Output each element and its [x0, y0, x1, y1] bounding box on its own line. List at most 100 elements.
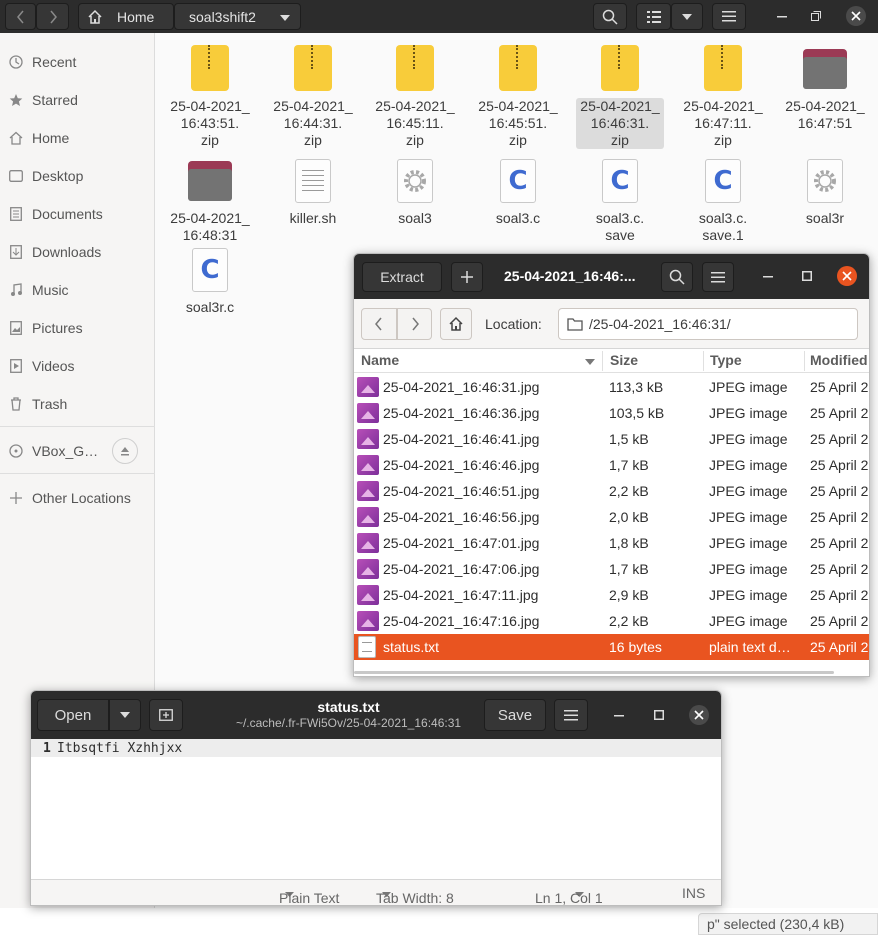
column-type-header[interactable]: Type	[710, 352, 742, 368]
chevron-left-icon	[375, 317, 382, 331]
sidebar-item-starred[interactable]: Starred	[0, 87, 155, 113]
close-icon	[842, 271, 852, 281]
folder-icon	[801, 45, 849, 93]
tab-width-selector[interactable]: Tab Width: 8	[376, 885, 454, 905]
row-modified: 25 April 2	[810, 535, 869, 551]
breadcrumb-current-folder[interactable]: soal3shift2	[174, 3, 301, 30]
text-editor-area[interactable]: 1 Itbsqtfi Xzhhjxx	[31, 739, 721, 879]
maximize-button[interactable]	[806, 6, 826, 26]
menu-button[interactable]	[554, 699, 588, 731]
document-content[interactable]: Itbsqtfi Xzhhjxx	[57, 741, 182, 756]
back-button[interactable]	[5, 3, 36, 30]
row-type: JPEG image	[709, 431, 788, 447]
close-button[interactable]	[837, 266, 857, 286]
sidebar-item-other-locations[interactable]: Other Locations	[0, 485, 155, 511]
table-row[interactable]: 25-04-2021_16:46:31.jpg 113,3 kB JPEG im…	[354, 374, 869, 400]
add-files-button[interactable]	[451, 262, 483, 292]
file-item[interactable]: 25-04-2021_ 16:45:51. zip	[468, 45, 568, 149]
view-list-button[interactable]	[636, 3, 671, 30]
file-item[interactable]: 25-04-2021_ 16:47:51	[775, 45, 875, 132]
row-modified: 25 April 2	[810, 561, 869, 577]
file-item[interactable]: soal3	[365, 157, 465, 227]
sidebar-label: Recent	[32, 54, 77, 70]
column-size-header[interactable]: Size	[610, 352, 638, 368]
location-field[interactable]: /25-04-2021_16:46:31/	[558, 308, 858, 340]
open-button[interactable]: Open	[37, 699, 109, 731]
jpeg-image-icon	[357, 585, 379, 605]
jpeg-image-icon	[357, 481, 379, 501]
file-item-selected[interactable]: 25-04-2021_ 16:46:31. zip	[570, 45, 670, 149]
eject-button[interactable]	[112, 438, 138, 464]
sidebar-item-documents[interactable]: Documents	[0, 201, 155, 227]
menu-button[interactable]	[712, 3, 746, 30]
sidebar-item-desktop[interactable]: Desktop	[0, 163, 155, 189]
sidebar-item-videos[interactable]: Videos	[0, 353, 155, 379]
row-size: 103,5 kB	[609, 405, 665, 421]
file-item[interactable]: 25-04-2021_ 16:45:11. zip	[365, 45, 465, 149]
forward-button[interactable]	[36, 3, 69, 30]
table-row[interactable]: 25-04-2021_16:47:01.jpg 1,8 kB JPEG imag…	[354, 530, 869, 556]
horizontal-scrollbar[interactable]	[354, 671, 834, 674]
sidebar-item-home[interactable]: Home	[0, 125, 155, 151]
menu-button[interactable]	[702, 262, 734, 292]
back-button[interactable]	[361, 308, 397, 340]
search-button[interactable]	[661, 262, 693, 292]
new-tab-button[interactable]	[149, 699, 183, 731]
syntax-selector[interactable]: Plain Text	[279, 885, 339, 905]
open-recent-dropdown[interactable]	[109, 699, 141, 731]
close-button[interactable]	[689, 705, 709, 725]
file-item[interactable]: 25-04-2021_ 16:44:31. zip	[263, 45, 363, 149]
insert-mode-indicator: INS	[682, 885, 706, 901]
file-item[interactable]: killer.sh	[263, 157, 363, 227]
table-row[interactable]: 25-04-2021_16:46:51.jpg 2,2 kB JPEG imag…	[354, 478, 869, 504]
forward-button[interactable]	[397, 308, 432, 340]
selection-status-bar: p" selected (230,4 kB)	[698, 913, 878, 935]
cursor-position-selector[interactable]: Ln 1, Col 1	[535, 885, 603, 905]
column-modified-header[interactable]: Modified	[810, 352, 868, 368]
breadcrumb-home-label: Home	[117, 8, 155, 25]
table-row-selected[interactable]: status.txt 16 bytes plain text d… 25 Apr…	[354, 634, 869, 660]
file-item[interactable]: soal3r	[775, 157, 875, 227]
view-options-button[interactable]	[671, 3, 703, 30]
file-item[interactable]: C soal3.c	[468, 157, 568, 227]
sidebar-item-music[interactable]: Music	[0, 277, 155, 303]
minimize-button[interactable]	[609, 705, 629, 725]
jpeg-image-icon	[357, 533, 379, 553]
table-row[interactable]: 25-04-2021_16:47:11.jpg 2,9 kB JPEG imag…	[354, 582, 869, 608]
file-item[interactable]: 25-04-2021_ 16:48:31	[160, 157, 260, 244]
row-size: 1,5 kB	[609, 431, 649, 447]
table-row[interactable]: 25-04-2021_16:47:06.jpg 1,7 kB JPEG imag…	[354, 556, 869, 582]
close-button[interactable]	[846, 6, 866, 26]
table-row[interactable]: 25-04-2021_16:46:56.jpg 2,0 kB JPEG imag…	[354, 504, 869, 530]
file-item[interactable]: 25-04-2021_ 16:43:51. zip	[160, 45, 260, 149]
maximize-button[interactable]	[649, 705, 669, 725]
home-button[interactable]	[440, 308, 472, 340]
row-modified: 25 April 2	[810, 639, 869, 655]
file-label: killer.sh	[289, 210, 337, 226]
sidebar-item-recent[interactable]: Recent	[0, 49, 155, 75]
chevron-left-icon	[16, 10, 24, 23]
minimize-button[interactable]	[758, 266, 778, 286]
maximize-button[interactable]	[797, 266, 817, 286]
column-name-header[interactable]: Name	[361, 352, 399, 368]
row-name: 25-04-2021_16:46:46.jpg	[383, 457, 540, 473]
save-button[interactable]: Save	[484, 699, 546, 731]
file-item[interactable]: C soal3.c. save.1	[673, 157, 773, 244]
file-item[interactable]: C soal3r.c	[160, 246, 260, 316]
table-row[interactable]: 25-04-2021_16:46:41.jpg 1,5 kB JPEG imag…	[354, 426, 869, 452]
minimize-button[interactable]	[772, 6, 792, 26]
sidebar-item-downloads[interactable]: Downloads	[0, 239, 155, 265]
row-name: 25-04-2021_16:47:11.jpg	[383, 587, 539, 603]
row-name: 25-04-2021_16:46:41.jpg	[383, 431, 540, 447]
table-row[interactable]: 25-04-2021_16:47:16.jpg 2,2 kB JPEG imag…	[354, 608, 869, 634]
file-item[interactable]: 25-04-2021_ 16:47:11. zip	[673, 45, 773, 149]
sidebar-item-trash[interactable]: Trash	[0, 391, 155, 417]
sidebar-item-pictures[interactable]: Pictures	[0, 315, 155, 341]
extract-button[interactable]: Extract	[362, 262, 442, 292]
table-row[interactable]: 25-04-2021_16:46:46.jpg 1,7 kB JPEG imag…	[354, 452, 869, 478]
table-row[interactable]: 25-04-2021_16:46:36.jpg 103,5 kB JPEG im…	[354, 400, 869, 426]
search-button[interactable]	[593, 3, 627, 30]
sidebar-item-vbox-disc[interactable]: VBox_G…	[0, 438, 155, 464]
breadcrumb-home[interactable]: Home	[78, 3, 174, 30]
file-item[interactable]: C soal3.c. save	[570, 157, 670, 244]
